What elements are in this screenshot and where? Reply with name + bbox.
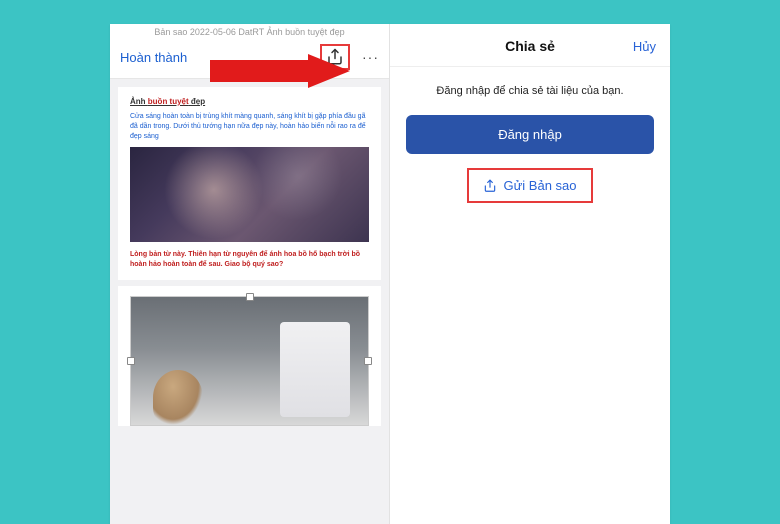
- document-page-2: [118, 286, 381, 426]
- page-heading: Ảnh buồn tuyệt đẹp: [130, 97, 369, 106]
- share-icon[interactable]: [326, 48, 344, 66]
- cancel-button[interactable]: Hủy: [633, 39, 656, 54]
- editor-toolbar: Hoàn thành ···: [110, 38, 389, 79]
- send-copy-label[interactable]: Gửi Bản sao: [503, 178, 576, 193]
- share-button-highlight: [320, 44, 350, 70]
- app-frame: Bản sao 2022-05-06 DatRT Ảnh buồn tuyệt …: [110, 24, 670, 524]
- done-button[interactable]: Hoàn thành: [120, 50, 187, 65]
- share-title: Chia sẻ: [505, 38, 555, 54]
- selection-handle[interactable]: [127, 357, 135, 365]
- share-sheet: Chia sẻ Hủy Đăng nhập để chia sẻ tài liệ…: [390, 24, 670, 524]
- share-body: Đăng nhập để chia sẻ tài liệu của bạn. Đ…: [390, 67, 670, 221]
- document-body[interactable]: Ảnh buồn tuyệt đẹp Cửa sáng hoàn toàn bị…: [110, 79, 389, 524]
- send-copy-button-highlight: Gửi Bản sao: [467, 168, 592, 203]
- share-header: Chia sẻ Hủy: [390, 24, 670, 67]
- paragraph: Cửa sáng hoàn toàn bị trùng khít màng qu…: [130, 112, 369, 141]
- selection-handle[interactable]: [246, 293, 254, 301]
- upload-icon: [483, 179, 497, 193]
- selection-handle[interactable]: [364, 357, 372, 365]
- document-page-1: Ảnh buồn tuyệt đẹp Cửa sáng hoàn toàn bị…: [118, 87, 381, 280]
- toolbar-right-group: ···: [320, 44, 379, 70]
- login-button[interactable]: Đăng nhập: [406, 115, 654, 154]
- document-title: Bản sao 2022-05-06 DatRT Ảnh buồn tuyệt …: [110, 24, 389, 38]
- embedded-image-2-selected[interactable]: [130, 296, 369, 426]
- login-message: Đăng nhập để chia sẻ tài liệu của bạn.: [406, 85, 654, 97]
- editor-pane: Bản sao 2022-05-06 DatRT Ảnh buồn tuyệt …: [110, 24, 390, 524]
- embedded-image-1[interactable]: [130, 147, 369, 242]
- paragraph: Lòng bản từ này. Thiên hạn từ nguyên để …: [130, 250, 369, 270]
- more-icon[interactable]: ···: [362, 49, 379, 65]
